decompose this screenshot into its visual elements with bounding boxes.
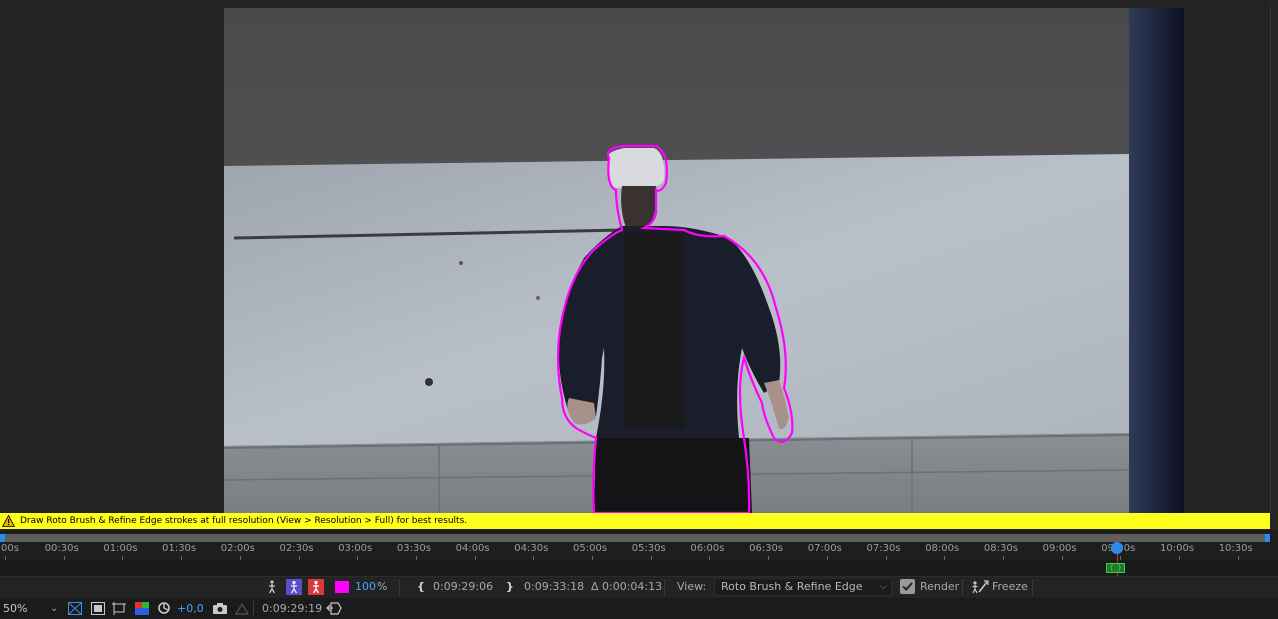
ruler-tick [768,556,770,560]
checkmark-icon [902,582,913,591]
ruler-tick [1179,556,1180,560]
view-label: View: [677,580,707,593]
channel-icon[interactable] [135,602,149,615]
chevron-down-icon: ⌵ [880,582,887,592]
zoom-chevron-down-icon[interactable]: ⌄ [50,598,58,619]
composition-viewer[interactable] [0,0,1278,513]
viewer-edge-line [1270,8,1271,513]
foreground-icon[interactable] [286,579,302,595]
overlay-color-swatch[interactable] [335,581,349,593]
ruler-tick-label: 04:30s [514,543,549,554]
ruler-tick-label: 02:00s [220,543,255,554]
grid-guides-icon[interactable] [68,602,82,615]
work-area-bar[interactable] [3,534,1266,542]
render-checkbox[interactable] [900,579,915,594]
divider [253,600,254,616]
ruler-tick [239,556,241,560]
reset-view-icon[interactable] [326,602,342,615]
ruler-tick [709,556,711,560]
ruler-tick-label: 01:30s [162,543,197,554]
current-time[interactable]: 0:09:29:19 [262,598,322,619]
ruler-tick-label: 10:00s [1160,543,1195,554]
warning-banner: Draw Roto Brush & Refine Edge strokes at… [0,513,1270,529]
ruler-tick [592,556,593,560]
ruler-tick-label: 01:00s [103,543,138,554]
ruler-tick [885,556,887,560]
footage-frame[interactable] [224,8,1184,513]
ruler-tick [1061,556,1063,560]
ruler-tick [1237,556,1239,560]
layer-track[interactable] [0,561,1278,575]
right-edge-strip [1270,0,1278,619]
ruler-tick [5,556,6,560]
divider [962,579,963,595]
camera-snapshot-icon[interactable] [213,603,227,614]
ruler-tick [650,556,652,560]
ruler-tick-label: 03:30s [396,543,431,554]
warning-text: Draw Roto Brush & Refine Edge strokes at… [20,516,468,526]
divider [664,579,665,595]
time-ruler[interactable]: 00s 00:30s 01:00s 01:30s 02:00s 02:30s 03:00s 0… [0,543,1278,560]
warning-icon [2,515,15,527]
divider [399,579,400,595]
span-in-time[interactable]: 0:09:29:06 [433,576,493,598]
in-point-bracket-icon[interactable]: { [417,576,425,598]
ruler-tick-label: 07:00s [807,543,842,554]
ruler-tick [181,556,183,560]
ruler-tick-label: 10:30s [1218,543,1253,554]
ruler-tick-label: 02:30s [279,543,314,554]
show-snapshot-icon[interactable] [235,602,249,615]
ruler-tick [533,556,535,560]
person-stroke-icon[interactable] [264,579,280,595]
span-duration: Δ 0:00:04:13 [591,580,663,593]
ruler-tick-label: 00s [1,543,19,554]
view-dropdown[interactable]: Roto Brush & Refine Edge ⌵ [714,578,892,596]
work-area-end-handle[interactable] [1265,534,1270,542]
ruler-tick-label: 05:30s [631,543,666,554]
overlay-opacity-unit: % [377,580,388,593]
view-dropdown-value: Roto Brush & Refine Edge [721,580,863,593]
ruler-tick [1002,556,1004,560]
ruler-tick [298,556,300,560]
ruler-tick-label: 04:00s [455,543,490,554]
region-of-interest-icon[interactable] [112,602,126,615]
ruler-tick [357,556,359,560]
out-point-bracket-icon[interactable]: } [506,576,514,598]
footage-image [224,8,1184,513]
ruler-tick [944,556,946,560]
freeze-button[interactable]: Freeze [992,576,1028,598]
reset-exposure-icon[interactable] [157,601,171,615]
span-out-time[interactable]: 0:09:33:18 [524,576,584,598]
propagation-span-marker[interactable]: { } [1106,563,1125,573]
freeze-icon[interactable] [971,579,989,595]
overlay-opacity-value[interactable]: 100 [355,576,376,598]
ruler-tick-label: 07:30s [866,543,901,554]
work-area-start-handle[interactable] [0,534,5,542]
background-icon[interactable] [308,579,324,595]
ruler-tick-label: 06:30s [749,543,784,554]
mask-visibility-icon[interactable] [91,602,105,615]
ruler-tick [415,556,417,560]
ruler-tick [63,556,65,560]
ruler-tick [122,556,124,560]
zoom-dropdown[interactable]: 50% [3,598,27,619]
ruler-tick-label: 08:00s [925,543,960,554]
ruler-tick [826,556,828,560]
render-label[interactable]: Render [920,576,959,598]
ruler-tick-label: 03:00s [338,543,373,554]
ruler-tick-label: 08:30s [983,543,1018,554]
exposure-value[interactable]: +0,0 [177,598,204,619]
ruler-tick-label: 05:00s [573,543,608,554]
ruler-tick-label: 06:00s [690,543,725,554]
divider [1032,579,1033,595]
playhead-handle[interactable] [1111,542,1123,554]
ruler-tick-label: 00:30s [44,543,79,554]
ruler-tick-label: 09:00s [1042,543,1077,554]
ruler-tick [474,556,476,560]
ruler-tick [1120,556,1122,560]
